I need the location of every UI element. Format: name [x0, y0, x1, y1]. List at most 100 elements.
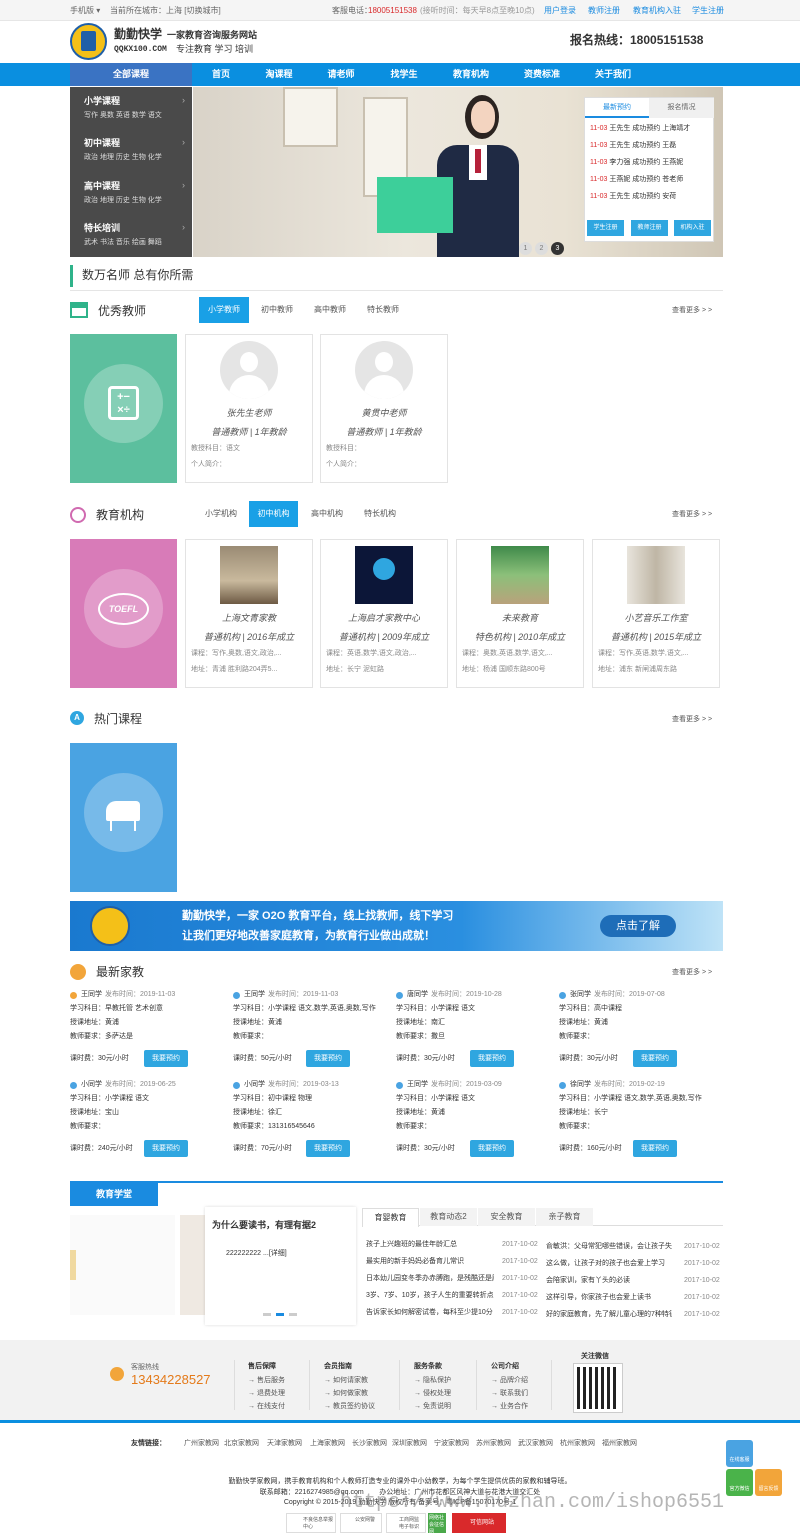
- slide-dot[interactable]: 1: [519, 242, 532, 255]
- nav-all-courses[interactable]: 全部课程: [70, 63, 192, 86]
- book-button[interactable]: 我要预约: [470, 1140, 514, 1157]
- org-join-link[interactable]: 教育机构入驻: [633, 6, 681, 16]
- tab-junior-orgs[interactable]: 初中机构: [249, 501, 298, 527]
- job-name[interactable]: 王同学: [244, 990, 265, 1000]
- org-card[interactable]: 上海文青家教 普通机构 | 2016年成立 课程：写作,奥数,语文,政治,...…: [185, 539, 313, 688]
- badge-business[interactable]: 工商网监电子标识: [386, 1513, 426, 1533]
- job-name[interactable]: 王同学: [81, 990, 102, 1000]
- footer-link[interactable]: → 品牌介绍: [491, 1376, 528, 1386]
- footer-link[interactable]: → 在线支付: [248, 1402, 285, 1412]
- tab-special-teachers[interactable]: 特长教师: [358, 297, 408, 323]
- footer-link[interactable]: → 免责说明: [414, 1402, 451, 1412]
- tab-safety-edu[interactable]: 安全教育: [478, 1208, 535, 1226]
- news-item[interactable]: 3岁、7岁、10岁，孩子人生的重要转折点: [366, 1291, 494, 1301]
- friend-link[interactable]: 杭州家教网: [560, 1439, 595, 1449]
- orgs-more-link[interactable]: 查看更多 > >: [672, 510, 712, 520]
- slide-dot-active[interactable]: [276, 1313, 284, 1316]
- tab-latest-booking[interactable]: 最新预约: [585, 98, 649, 118]
- friend-link[interactable]: 苏州家教网: [476, 1439, 511, 1449]
- tab-signups[interactable]: 报名情况: [649, 98, 714, 118]
- nav-students[interactable]: 找学生: [375, 63, 433, 86]
- footer-link[interactable]: → 退费处理: [248, 1389, 285, 1399]
- slide-dot[interactable]: [289, 1313, 297, 1316]
- category-special[interactable]: 特长培训 武术 书法 音乐 绘画 舞蹈 ›: [84, 222, 185, 248]
- org-name[interactable]: 上海文青家教: [186, 612, 312, 624]
- category-senior[interactable]: 高中课程 政治 地理 历史 生物 化学 ›: [84, 180, 185, 206]
- badge-police[interactable]: 公安网警: [340, 1513, 382, 1533]
- tab-parenting-edu[interactable]: 亲子教育: [536, 1208, 593, 1226]
- book-button[interactable]: 我要预约: [470, 1050, 514, 1067]
- news-item[interactable]: 俞敏洪：父母常犯哪些错误，会让孩子失去: [546, 1242, 672, 1252]
- slide-dot[interactable]: 2: [535, 242, 548, 255]
- friend-link[interactable]: 上海家教网: [310, 1439, 345, 1449]
- tab-infant-edu[interactable]: 育婴教育: [362, 1208, 419, 1227]
- tab-edu-news[interactable]: 教育动态2: [420, 1208, 477, 1226]
- nav-home[interactable]: 首页: [192, 63, 250, 86]
- tab-primary-orgs[interactable]: 小学机构: [196, 501, 246, 527]
- news-item[interactable]: 告诉家长如何解密试卷，每科至少提10分: [366, 1308, 494, 1318]
- job-name[interactable]: 徐同学: [570, 1080, 591, 1090]
- article-card[interactable]: 为什么要读书，有理有据2 222222222 ...[详细]: [205, 1207, 356, 1325]
- job-name[interactable]: 小同学: [244, 1080, 265, 1090]
- footer-link[interactable]: → 教员签约协议: [324, 1402, 375, 1412]
- tab-primary-teachers[interactable]: 小学教师: [199, 297, 249, 323]
- tab-senior-orgs[interactable]: 高中机构: [302, 501, 352, 527]
- student-register-link[interactable]: 学生注册: [692, 6, 724, 16]
- book-button[interactable]: 我要预约: [306, 1140, 350, 1157]
- org-card[interactable]: 上海启才家教中心 普通机构 | 2009年成立 课程：英语,数学,语文,政治,.…: [320, 539, 448, 688]
- promo-banner[interactable]: 勤勤快学，一家 O2O 教育平台，线上找教师，线下学习 让我们更好地改善家庭教育…: [70, 901, 723, 951]
- org-join-button[interactable]: 机构入驻: [674, 220, 711, 236]
- slide-dot-active[interactable]: 3: [551, 242, 564, 255]
- student-register-button[interactable]: 学生注册: [587, 220, 624, 236]
- footer-link[interactable]: → 如何请家教: [324, 1376, 368, 1386]
- job-name[interactable]: 王同学: [407, 1080, 428, 1090]
- job-name[interactable]: 小同学: [81, 1080, 102, 1090]
- friend-link[interactable]: 武汉家教网: [518, 1439, 553, 1449]
- org-card[interactable]: 未来教育 特色机构 | 2010年成立 课程：奥数,英语,数学,语文,... 地…: [456, 539, 584, 688]
- article-excerpt[interactable]: 222222222 ...[详细]: [226, 1249, 287, 1259]
- org-card[interactable]: 小艺音乐工作室 普通机构 | 2015年成立 课程：写作,英语,数学,语文,..…: [592, 539, 720, 688]
- footer-link[interactable]: → 联系我们: [491, 1389, 528, 1399]
- news-item[interactable]: 好的家庭教育，先了解儿童心理的7种特征: [546, 1310, 672, 1320]
- book-button[interactable]: 我要预约: [144, 1140, 188, 1157]
- nav-about[interactable]: 关于我们: [584, 63, 642, 86]
- wechat-button[interactable]: 官方微信: [726, 1469, 753, 1496]
- org-name[interactable]: 小艺音乐工作室: [593, 612, 719, 624]
- friend-link[interactable]: 北京家教网: [224, 1439, 259, 1449]
- book-button[interactable]: 我要预约: [633, 1140, 677, 1157]
- news-item[interactable]: 会陪家训，家有丫头的必读: [546, 1276, 672, 1286]
- news-item[interactable]: 这么做，让孩子对的孩子也会爱上学习: [546, 1259, 672, 1269]
- nav-orgs[interactable]: 教育机构: [442, 63, 500, 86]
- teachers-feature-tile[interactable]: +− ×÷: [70, 334, 177, 483]
- tab-special-orgs[interactable]: 特长机构: [355, 501, 405, 527]
- orgs-feature-tile[interactable]: TOEFL: [70, 539, 177, 688]
- news-item[interactable]: 这样引导，你家孩子也会爱上读书: [546, 1293, 672, 1303]
- org-name[interactable]: 上海启才家教中心: [321, 612, 447, 624]
- online-service-button[interactable]: 在线客服: [726, 1440, 753, 1467]
- teacher-register-link[interactable]: 教师注册: [588, 6, 620, 16]
- tab-junior-teachers[interactable]: 初中教师: [252, 297, 302, 323]
- teachers-more-link[interactable]: 查看更多 > >: [672, 306, 712, 316]
- courses-feature-tile[interactable]: [70, 743, 177, 892]
- book-button[interactable]: 我要预约: [633, 1050, 677, 1067]
- job-name[interactable]: 张同学: [570, 990, 591, 1000]
- book-button[interactable]: 我要预约: [144, 1050, 188, 1067]
- learn-more-button[interactable]: 点击了解: [600, 915, 676, 937]
- job-name[interactable]: 唐同学: [407, 990, 428, 1000]
- mobile-link[interactable]: 手机版 ▾: [70, 6, 100, 16]
- footer-link[interactable]: → 侵权处理: [414, 1389, 451, 1399]
- courses-more-link[interactable]: 查看更多 > >: [672, 715, 712, 725]
- news-item[interactable]: 最实用的新手妈妈必备育儿常识: [366, 1257, 494, 1267]
- nav-courses[interactable]: 淘课程: [250, 63, 308, 86]
- badge-report[interactable]: 不良信息举报中心: [286, 1513, 336, 1533]
- footer-link[interactable]: → 售后服务: [248, 1376, 285, 1386]
- jobs-more-link[interactable]: 查看更多 > >: [672, 968, 712, 978]
- feedback-button[interactable]: 留言反馈: [755, 1469, 782, 1496]
- news-item[interactable]: 日本幼儿园变冬季办赤膊跑，是残酷还是磨: [366, 1274, 494, 1284]
- badge-credit[interactable]: 网络社会征信网: [428, 1513, 446, 1535]
- teacher-card[interactable]: 张先生老师 普通教师 | 1年教龄 教授科目：语文 个人简介：: [185, 334, 313, 483]
- friend-link[interactable]: 福州家教网: [602, 1439, 637, 1449]
- friend-link[interactable]: 深圳家教网: [392, 1439, 427, 1449]
- footer-link[interactable]: → 业务合作: [491, 1402, 528, 1412]
- friend-link[interactable]: 宁波家教网: [434, 1439, 469, 1449]
